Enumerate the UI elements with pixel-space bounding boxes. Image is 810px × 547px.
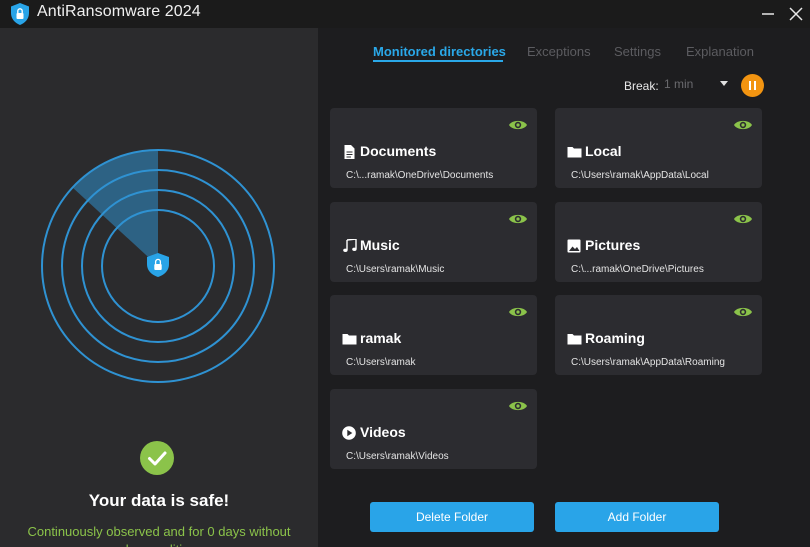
shield-lock-icon — [11, 3, 29, 25]
folder-card-ramak[interactable]: ramak C:\Users\ramak — [330, 295, 537, 375]
folder-name: Music — [360, 237, 400, 253]
shield-lock-icon — [147, 253, 169, 277]
folder-name: Videos — [360, 424, 406, 440]
folder-path: C:\...ramak\OneDrive\Pictures — [571, 264, 704, 275]
break-duration-select[interactable]: 1 min — [664, 74, 730, 96]
eye-icon[interactable] — [733, 305, 753, 319]
folder-card-local[interactable]: Local C:\Users\ramak\AppData\Local — [555, 108, 762, 188]
check-circle-icon — [140, 441, 174, 475]
radar-scanner — [41, 149, 275, 383]
caret-down-icon — [720, 81, 728, 86]
folder-path: C:\Users\ramak\AppData\Local — [571, 170, 709, 181]
folder-name: Documents — [360, 143, 437, 159]
add-folder-button[interactable]: Add Folder — [555, 502, 719, 532]
status-title: Your data is safe! — [88, 491, 230, 510]
close-icon[interactable] — [784, 2, 808, 26]
folder-path: C:\Users\ramak\AppData\Roaming — [571, 357, 725, 368]
eye-icon[interactable] — [508, 399, 528, 413]
music-icon — [343, 239, 357, 252]
app-title: AntiRansomware 2024 — [37, 3, 201, 20]
break-label: Break: — [624, 79, 659, 93]
folder-path: C:\Users\ramak — [346, 357, 416, 368]
pause-button[interactable] — [741, 74, 764, 97]
eye-icon[interactable] — [508, 118, 528, 132]
tab-monitored-directories[interactable]: Monitored directories — [373, 44, 506, 59]
tab-explanation[interactable]: Explanation — [686, 44, 754, 59]
tab-settings[interactable]: Settings — [614, 44, 661, 59]
main-panel: Monitored directories Exceptions Setting… — [318, 28, 810, 547]
picture-icon — [567, 239, 581, 253]
document-icon — [344, 145, 355, 159]
folder-path: C:\...ramak\OneDrive\Documents — [346, 170, 494, 181]
folder-card-pictures[interactable]: Pictures C:\...ramak\OneDrive\Pictures — [555, 202, 762, 282]
folder-path: C:\Users\ramak\Videos — [346, 451, 449, 462]
folder-icon — [567, 147, 582, 158]
folder-card-roaming[interactable]: Roaming C:\Users\ramak\AppData\Roaming — [555, 295, 762, 375]
status-panel: Your data is safe! Continuously observed… — [0, 28, 318, 547]
title-bar: AntiRansomware 2024 — [0, 0, 810, 28]
pause-icon — [749, 81, 751, 90]
folder-icon — [342, 334, 357, 345]
eye-icon[interactable] — [508, 212, 528, 226]
folder-icon — [567, 334, 582, 345]
break-duration-value: 1 min — [664, 77, 694, 91]
tab-exceptions[interactable]: Exceptions — [527, 44, 591, 59]
active-tab-indicator — [373, 60, 503, 62]
minimize-icon[interactable] — [756, 2, 780, 26]
status-subtitle: Continuously observed and for 0 days wit… — [27, 524, 291, 547]
delete-folder-button[interactable]: Delete Folder — [370, 502, 534, 532]
folder-card-documents[interactable]: Documents C:\...ramak\OneDrive\Documents — [330, 108, 537, 188]
eye-icon[interactable] — [508, 305, 528, 319]
folder-name: Local — [585, 143, 622, 159]
folder-card-music[interactable]: Music C:\Users\ramak\Music — [330, 202, 537, 282]
play-icon — [342, 426, 356, 440]
eye-icon[interactable] — [733, 118, 753, 132]
folder-name: Pictures — [585, 237, 641, 253]
folder-path: C:\Users\ramak\Music — [346, 264, 445, 275]
folder-card-videos[interactable]: Videos C:\Users\ramak\Videos — [330, 389, 537, 469]
eye-icon[interactable] — [733, 212, 753, 226]
folder-name: ramak — [360, 330, 402, 346]
folder-name: Roaming — [585, 330, 645, 346]
